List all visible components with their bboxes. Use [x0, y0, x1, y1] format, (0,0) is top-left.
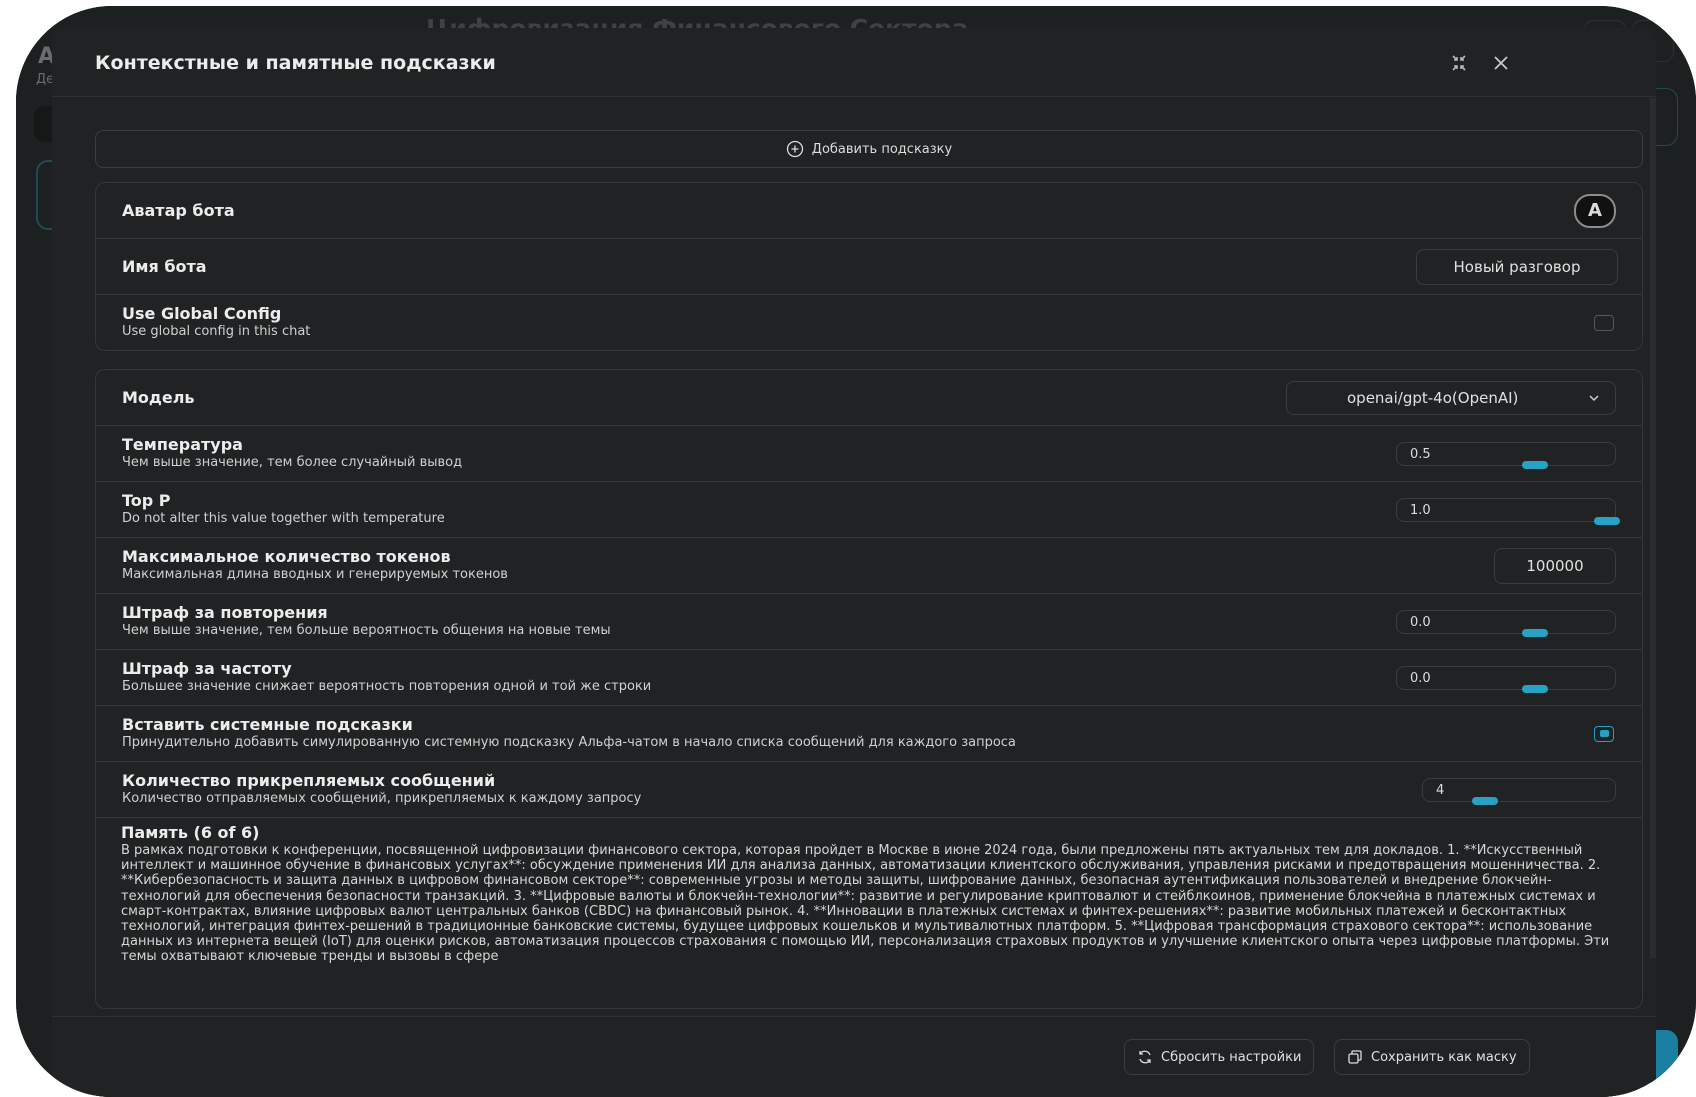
frequency-penalty-slider[interactable]: 0.0 [1396, 665, 1616, 693]
frequency-penalty-thumb[interactable] [1522, 684, 1548, 693]
modal-title: Контекстные и памятные подсказки [95, 52, 496, 74]
max-tokens-sub: Максимальная длина вводных и генерируемы… [122, 567, 508, 582]
memory-title: Память (6 of 6) [121, 823, 260, 842]
add-prompt-label: Добавить подсказку [811, 141, 953, 157]
global-config-row: Use Global Config Use global config in t… [96, 295, 1642, 350]
reset-settings-label: Сбросить настройки [1161, 1049, 1302, 1065]
history-count-sub: Количество отправляемых сообщений, прикр… [122, 791, 642, 806]
add-circle-icon [786, 140, 803, 158]
presence-penalty-value: 0.0 [1410, 614, 1431, 630]
global-config-title: Use Global Config [122, 304, 282, 323]
memory-text: В рамках подготовки к конференции, посвя… [121, 843, 1610, 965]
model-select-value: openai/gpt-4o(OpenAI) [1347, 388, 1519, 407]
history-count-title: Количество прикрепляемых сообщений [122, 771, 496, 790]
max-tokens-input[interactable]: 100000 [1494, 547, 1616, 584]
copy-icon [1348, 1050, 1362, 1064]
avatar-row: Аватар бота A [96, 183, 1642, 239]
close-icon[interactable] [1490, 52, 1512, 74]
model-label: Модель [122, 387, 195, 407]
presence-penalty-sub: Чем выше значение, тем больше вероятност… [122, 623, 611, 638]
bot-name-row: Имя бота Новый разговор [96, 239, 1642, 295]
presence-penalty-slider[interactable]: 0.0 [1396, 609, 1616, 637]
save-as-mask-button[interactable]: Сохранить как маску [1334, 1039, 1530, 1075]
top-p-slider[interactable]: 1.0 [1396, 497, 1620, 525]
top-p-thumb[interactable] [1594, 516, 1620, 525]
avatar-label: Аватар бота [122, 200, 235, 220]
history-count-thumb[interactable] [1471, 796, 1498, 805]
max-tokens-title: Максимальное количество токенов [122, 547, 451, 566]
model-row: Модель openai/gpt-4o(OpenAI) [96, 370, 1642, 426]
top-p-title: Top P [122, 491, 171, 510]
frequency-penalty-row: Штраф за частоту Большее значение снижае… [96, 650, 1642, 706]
bot-settings-card: Аватар бота A Имя бота Новый разговор Us… [95, 182, 1643, 351]
save-as-mask-label: Сохранить как маску [1371, 1049, 1517, 1065]
history-count-slider[interactable]: 4 [1422, 777, 1616, 805]
history-count-value: 4 [1436, 782, 1445, 798]
temperature-value: 0.5 [1410, 446, 1431, 462]
chevron-down-icon [1589, 394, 1599, 401]
temperature-sub: Чем выше значение, тем более случайный в… [122, 455, 463, 470]
frequency-penalty-title: Штраф за частоту [122, 659, 292, 678]
presence-penalty-thumb[interactable] [1522, 628, 1548, 637]
max-tokens-row: Максимальное количество токенов Максимал… [96, 538, 1642, 594]
bot-name-input[interactable]: Новый разговор [1416, 248, 1618, 285]
inject-system-row: Вставить системные подсказки Принудитель… [96, 706, 1642, 762]
top-p-value: 1.0 [1410, 502, 1431, 518]
bot-name-label: Имя бота [122, 256, 207, 276]
modal-footer: Сбросить настройки Сохранить как маску [52, 1016, 1656, 1097]
frequency-penalty-sub: Большее значение снижает вероятность пов… [122, 679, 652, 694]
reset-settings-button[interactable]: Сбросить настройки [1124, 1039, 1315, 1075]
modal-content[interactable]: Добавить подсказку Аватар бота A Имя бот… [52, 98, 1656, 1038]
device-frame: Цифровизация Финансового Сектора А Де Ко… [16, 6, 1696, 1097]
reset-icon [1139, 1050, 1151, 1064]
global-config-checkbox[interactable] [1594, 314, 1614, 331]
temperature-title: Температура [122, 435, 243, 454]
modal-header: Контекстные и памятные подсказки [52, 28, 1656, 97]
temperature-thumb[interactable] [1522, 460, 1548, 469]
avatar-glyph: A [1588, 200, 1602, 221]
inject-system-checkbox[interactable] [1594, 725, 1614, 742]
temperature-slider[interactable]: 0.5 [1396, 441, 1616, 469]
context-prompts-modal: Контекстные и памятные подсказки Добавит… [52, 28, 1656, 1097]
model-select[interactable]: openai/gpt-4o(OpenAI) [1286, 380, 1616, 415]
top-p-sub: Do not alter this value together with te… [122, 511, 445, 526]
bot-avatar[interactable]: A [1574, 193, 1616, 228]
add-prompt-button[interactable]: Добавить подсказку [95, 130, 1643, 168]
memory-section: Память (6 of 6) В рамках подготовки к ко… [121, 824, 1631, 965]
top-p-row: Top P Do not alter this value together w… [96, 482, 1642, 538]
inject-system-sub: Принудительно добавить симулированную си… [122, 735, 1016, 750]
presence-penalty-row: Штраф за повторения Чем выше значение, т… [96, 594, 1642, 650]
history-count-row: Количество прикрепляемых сообщений Колич… [96, 762, 1642, 818]
frequency-penalty-value: 0.0 [1410, 670, 1431, 686]
temperature-row: Температура Чем выше значение, тем более… [96, 426, 1642, 482]
inject-system-title: Вставить системные подсказки [122, 715, 413, 734]
global-config-sub: Use global config in this chat [122, 324, 311, 339]
modal-scrollbar[interactable] [1650, 98, 1656, 958]
presence-penalty-title: Штраф за повторения [122, 603, 328, 622]
minimize-icon[interactable] [1448, 52, 1470, 74]
